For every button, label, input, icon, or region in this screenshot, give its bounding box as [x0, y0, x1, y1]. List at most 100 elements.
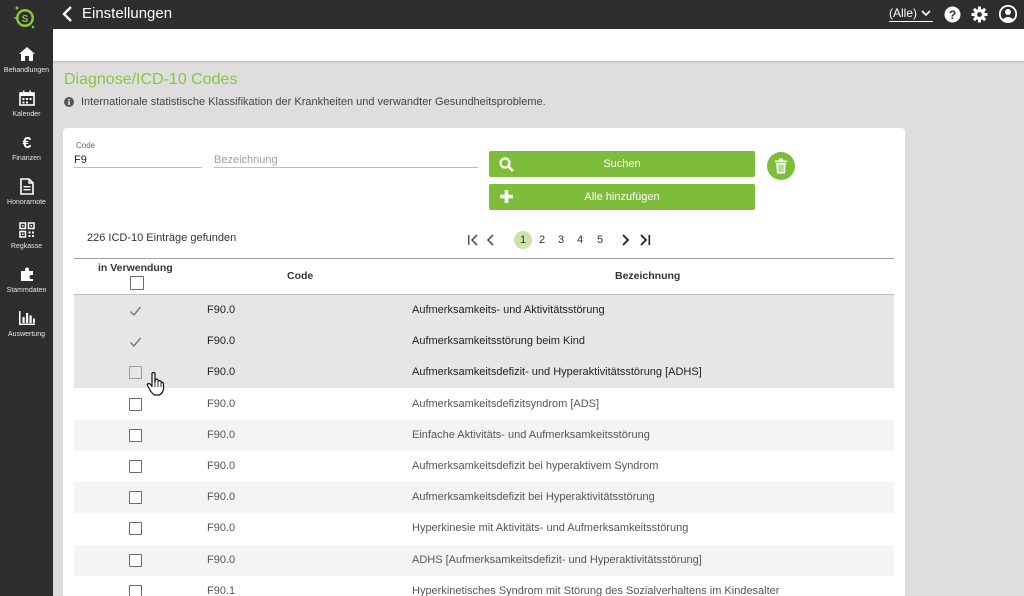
- row-code: F90.0: [207, 397, 236, 410]
- sidebar-item-regkasse[interactable]: Regkasse: [0, 216, 53, 262]
- column-header-in-use: in Verwendung: [98, 262, 173, 274]
- qr-code-icon: [17, 220, 37, 240]
- page-4[interactable]: 4: [574, 231, 586, 249]
- checkmark-icon: [130, 337, 142, 348]
- table-row[interactable]: F90.0 Aufmerksamkeitsdefizit bei Hyperakt…: [74, 482, 894, 514]
- top-bar: Einstellungen (Alle) ?: [53, 0, 1024, 29]
- table-top-border: [74, 258, 894, 259]
- code-field-label: Code: [76, 141, 96, 150]
- page-3[interactable]: 3: [555, 231, 567, 249]
- calendar-icon: [17, 88, 37, 108]
- table-row[interactable]: F90.0 Aufmerksamkeitsdefizitsyndrom [ADS]: [74, 389, 894, 420]
- description-input[interactable]: [214, 152, 478, 168]
- sidebar-item-label: Stammdaten: [6, 287, 47, 294]
- row-checkbox[interactable]: [129, 304, 142, 317]
- page-1[interactable]: 1: [514, 231, 532, 249]
- sidebar-item-label: Auswertung: [8, 331, 45, 338]
- table-row[interactable]: F90.0 ADHS [Aufmerksamkeitsdefizit- und H…: [74, 544, 894, 576]
- next-page-icon[interactable]: [620, 234, 630, 246]
- search-button[interactable]: Suchen: [489, 151, 755, 177]
- row-code: F90.0: [207, 491, 236, 504]
- page-5[interactable]: 5: [594, 231, 606, 249]
- row-description: Einfache Aktivitäts- und Aufmerksamkeits…: [412, 428, 650, 441]
- svg-text:S: S: [22, 14, 29, 25]
- row-description: Aufmerksamkeitsdefizit bei Hyperaktivitä…: [412, 491, 655, 504]
- table-row[interactable]: F90.0 Aufmerksamkeitsstörung beim Kind: [74, 326, 894, 358]
- sidebar-item-auswertung[interactable]: Auswertung: [0, 304, 53, 350]
- row-code: F90.0: [207, 304, 236, 316]
- row-checkbox[interactable]: [129, 335, 142, 348]
- plus-icon: [500, 190, 513, 203]
- row-checkbox[interactable]: [129, 428, 142, 442]
- svg-text:€: €: [22, 135, 31, 150]
- search-icon: [499, 157, 514, 172]
- add-all-button-label: Alle hinzufügen: [584, 191, 660, 203]
- row-code: F90.0: [207, 366, 236, 379]
- row-code: F90.0: [207, 522, 236, 535]
- document-icon: [17, 176, 37, 196]
- row-description: Aufmerksamkeitsstörung beim Kind: [412, 335, 586, 348]
- row-checkbox[interactable]: [129, 460, 142, 473]
- sidebar-item-finanzen[interactable]: € Finanzen: [0, 128, 53, 174]
- sidebar-item-label: Honorarnote: [7, 199, 46, 206]
- table-row[interactable]: F90.0 Einfache Aktivitäts- und Aufmerksam…: [74, 419, 894, 451]
- euro-icon: €: [17, 132, 37, 152]
- sidebar-item-honorarnote[interactable]: Honorarnote: [0, 172, 53, 218]
- row-checkbox[interactable]: [129, 553, 142, 567]
- row-code: F90.1: [207, 584, 236, 596]
- help-icon[interactable]: ?: [944, 6, 961, 23]
- page-description: Internationale statistische Klassifikati…: [81, 96, 546, 108]
- user-account-icon[interactable]: [999, 5, 1017, 23]
- row-code: F90.0: [207, 460, 236, 472]
- last-page-icon[interactable]: [638, 234, 652, 246]
- filter-select[interactable]: (Alle): [889, 6, 934, 22]
- code-input[interactable]: [74, 152, 202, 168]
- row-code: F90.0: [207, 428, 236, 441]
- results-count: 226 ICD-10 Einträge gefunden: [87, 232, 237, 244]
- column-header-code[interactable]: Code: [287, 270, 313, 282]
- sidebar-item-label: Regkasse: [10, 243, 43, 250]
- bar-chart-icon: [17, 308, 37, 328]
- previous-page-icon[interactable]: [486, 234, 496, 246]
- table-row[interactable]: F90.0 Aufmerksamkeits- und Aktivitätsstör…: [74, 295, 894, 326]
- table-row[interactable]: F90.1 Hyperkinetisches Syndrom mit Störun…: [74, 576, 894, 596]
- search-button-label: Suchen: [603, 158, 641, 170]
- pagination: 1 2 3 4 5: [466, 231, 666, 249]
- puzzle-icon: [17, 264, 37, 284]
- row-description: ADHS [Aufmerksamkeitsdefizit- und Hypera…: [412, 553, 702, 566]
- sidebar-item-label: Kalender: [12, 111, 41, 118]
- sidebar-item-stammdaten[interactable]: Stammdaten: [0, 260, 53, 306]
- sidebar-item-label: Finanzen: [12, 155, 41, 162]
- sidebar: S Behandlungen Kalender € Finanzen Honor…: [0, 0, 53, 596]
- hand-cursor-icon: [146, 372, 165, 396]
- table-row[interactable]: F90.0 Aufmerksamkeitsdefizit bei hyperakt…: [74, 451, 894, 482]
- row-checkbox[interactable]: [129, 491, 142, 505]
- toolbar-strip: [53, 29, 1024, 61]
- back-chevron-icon[interactable]: [61, 5, 75, 23]
- table-row[interactable]: F90.0 Hyperkinesie mit Aktivitäts- und Au…: [74, 513, 894, 544]
- add-all-button[interactable]: Alle hinzufügen: [489, 184, 755, 210]
- page-2[interactable]: 2: [536, 231, 548, 249]
- row-description: Hyperkinetisches Syndrom mit Störung des…: [412, 584, 780, 596]
- delete-button[interactable]: [767, 152, 795, 180]
- page-header-title: Einstellungen: [82, 5, 173, 22]
- first-page-icon[interactable]: [466, 234, 480, 246]
- sidebar-item-kalender[interactable]: Kalender: [0, 84, 53, 130]
- app-logo[interactable]: S: [12, 4, 38, 30]
- row-code: F90.0: [207, 335, 236, 348]
- select-all-checkbox[interactable]: [130, 276, 144, 290]
- row-checkbox[interactable]: [129, 366, 142, 380]
- checkmark-icon: [130, 306, 142, 317]
- row-description: Aufmerksamkeitsdefizit- und Hyperaktivit…: [412, 366, 702, 379]
- row-checkbox[interactable]: [129, 584, 142, 596]
- row-checkbox[interactable]: [129, 522, 142, 536]
- sidebar-item-behandlungen[interactable]: Behandlungen: [0, 40, 53, 86]
- chevron-down-icon: [921, 10, 931, 17]
- table-row[interactable]: F90.0 Aufmerksamkeitsdefizit- und Hyperak…: [74, 357, 894, 389]
- column-header-description[interactable]: Bezeichnung: [615, 270, 680, 282]
- gear-icon[interactable]: [971, 6, 988, 23]
- row-description: Aufmerksamkeits- und Aktivitätsstörung: [412, 304, 605, 316]
- info-icon: [64, 97, 74, 107]
- sidebar-item-label: Behandlungen: [3, 67, 50, 74]
- row-checkbox[interactable]: [129, 397, 142, 411]
